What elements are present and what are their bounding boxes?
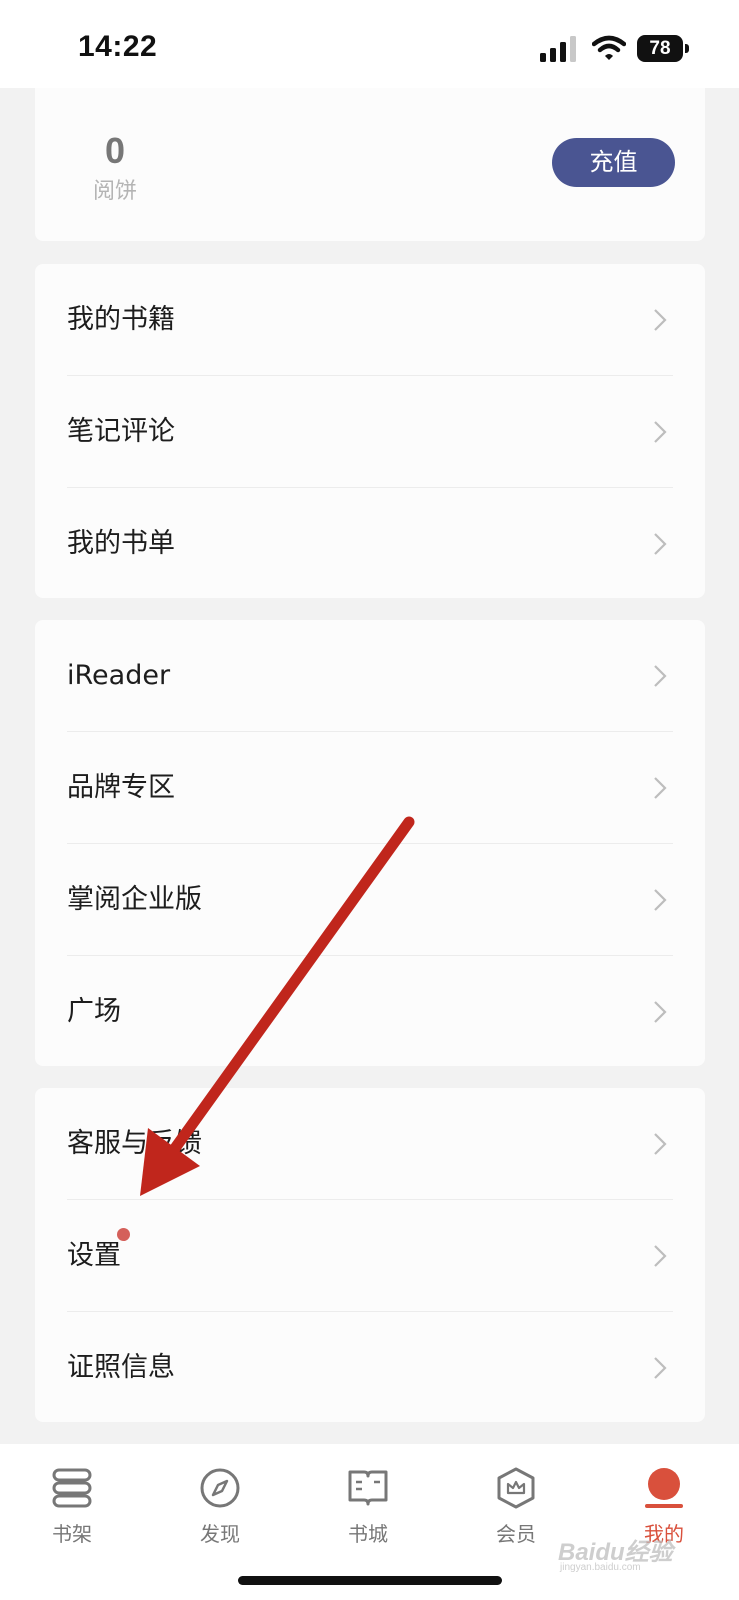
menu-item-label: 我的书单 — [67, 528, 175, 559]
notification-dot — [117, 1228, 130, 1241]
wifi-icon — [592, 35, 626, 60]
menu-group-support: 客服与反馈 设置 证照信息 — [35, 1088, 705, 1422]
profile-dot-icon — [645, 1468, 683, 1508]
crown-badge-icon — [497, 1467, 535, 1509]
menu-item-label: 品牌专区 — [67, 772, 175, 803]
home-indicator — [238, 1576, 502, 1585]
menu-item-settings[interactable]: 设置 — [35, 1200, 705, 1312]
wallet-count: 0 — [104, 130, 126, 171]
watermark-sub: jingyan.baidu.com — [560, 1562, 641, 1573]
tab-bookstore[interactable]: 书城 — [323, 1466, 413, 1566]
tab-discover[interactable]: 发现 — [175, 1466, 265, 1566]
open-book-icon — [348, 1470, 388, 1506]
menu-item-label: 我的书籍 — [67, 304, 175, 335]
tab-label: 会员 — [496, 1522, 536, 1546]
chevron-right-icon — [654, 1357, 667, 1379]
menu-item-label: 笔记评论 — [67, 416, 175, 447]
menu-item-customer-service-feedback[interactable]: 客服与反馈 — [35, 1088, 705, 1200]
status-bar: 14:22 78 — [0, 0, 739, 88]
menu-item-label: 广场 — [67, 996, 121, 1027]
chevron-right-icon — [654, 421, 667, 443]
chevron-right-icon — [654, 665, 667, 687]
menu-item-enterprise-edition[interactable]: 掌阅企业版 — [35, 844, 705, 956]
menu-item-label: 证照信息 — [67, 1352, 175, 1383]
wallet-unit-label: 阅饼 — [92, 179, 137, 204]
chevron-right-icon — [654, 1133, 667, 1155]
menu-item-label: 掌阅企业版 — [67, 884, 202, 915]
tab-label: 书架 — [52, 1522, 92, 1546]
battery-icon: 78 — [637, 35, 689, 62]
battery-level: 78 — [637, 35, 683, 62]
menu-item-my-booklists[interactable]: 我的书单 — [35, 488, 705, 600]
menu-item-label: iReader — [67, 660, 171, 691]
chevron-right-icon — [654, 1245, 667, 1267]
tab-label: 发现 — [200, 1522, 240, 1546]
menu-group-services: iReader 品牌专区 掌阅企业版 广场 — [35, 620, 705, 1066]
menu-item-brand-zone[interactable]: 品牌专区 — [35, 732, 705, 844]
chevron-right-icon — [654, 889, 667, 911]
menu-item-label: 设置 — [67, 1240, 121, 1271]
signal-icon — [540, 36, 576, 62]
tab-label: 书城 — [348, 1522, 388, 1546]
menu-group-library: 我的书籍 笔记评论 我的书单 — [35, 264, 705, 598]
menu-item-plaza[interactable]: 广场 — [35, 956, 705, 1068]
chevron-right-icon — [654, 1001, 667, 1023]
chevron-right-icon — [654, 533, 667, 555]
tab-membership[interactable]: 会员 — [471, 1466, 561, 1566]
menu-item-label: 客服与反馈 — [67, 1128, 202, 1159]
status-time: 14:22 — [78, 30, 158, 63]
chevron-right-icon — [654, 309, 667, 331]
tab-bookshelf[interactable]: 书架 — [27, 1466, 117, 1566]
baidu-watermark: Baidu经验 jingyan.baidu.com — [558, 1532, 718, 1573]
menu-item-my-books[interactable]: 我的书籍 — [35, 264, 705, 376]
bookshelf-icon — [52, 1468, 92, 1508]
compass-icon — [200, 1468, 240, 1508]
recharge-button[interactable]: 充值 — [552, 138, 675, 187]
chevron-right-icon — [654, 777, 667, 799]
menu-item-license-info[interactable]: 证照信息 — [35, 1312, 705, 1424]
menu-item-notes-comments[interactable]: 笔记评论 — [35, 376, 705, 488]
menu-item-ireader[interactable]: iReader — [35, 620, 705, 732]
